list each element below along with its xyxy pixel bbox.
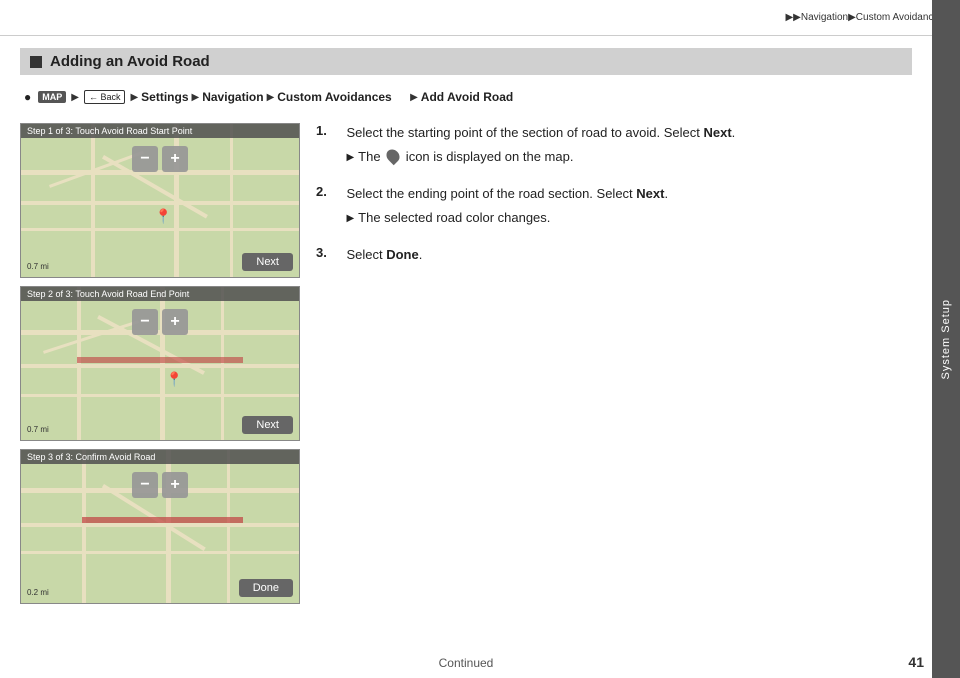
map-next-btn-1[interactable]: Next: [242, 253, 293, 271]
step-2-block: 2. Select the ending point of the road s…: [316, 184, 912, 227]
right-column: 1. Select the starting point of the sect…: [316, 123, 912, 612]
step-3-bold: Done: [386, 247, 419, 262]
right-sidebar: System Setup: [932, 0, 960, 678]
step-2-sub-text: The selected road color changes.: [358, 208, 550, 228]
street-v-9: [227, 450, 230, 603]
home-icon: ●: [24, 90, 31, 104]
step-1-text: Select the starting point of the section…: [346, 125, 735, 140]
zoom-out-btn-1[interactable]: −: [132, 146, 158, 172]
step-1-sub: ▶ The icon is displayed on the map.: [346, 147, 735, 167]
section-title: Adding an Avoid Road: [50, 53, 210, 70]
map-next-btn-2[interactable]: Next: [242, 416, 293, 434]
breadcrumb: ▶▶Navigation▶Custom Avoidances: [785, 12, 944, 23]
arrow-icon-3: ▶: [192, 92, 200, 103]
zoom-out-btn-3[interactable]: −: [132, 472, 158, 498]
step-2-sub-arrow: ▶: [346, 211, 354, 226]
map-pin-2: 📍: [166, 371, 183, 388]
street-v-4: [77, 287, 81, 440]
zoom-controls-1[interactable]: − +: [132, 146, 188, 172]
map-pin-1: 📍: [154, 208, 171, 225]
arrow-icon-4: ▶: [267, 92, 275, 103]
zoom-out-btn-2[interactable]: −: [132, 309, 158, 335]
step-1-bold: Next: [703, 125, 731, 140]
section-header: Adding an Avoid Road: [20, 48, 912, 75]
nav-path: ● MAP ▶ ← Back ▶ Settings ▶ Navigation ▶…: [20, 83, 912, 111]
map-label-1: Step 1 of 3: Touch Avoid Road Start Poin…: [21, 124, 299, 138]
two-col-layout: Step 1 of 3: Touch Avoid Road Start Poin…: [20, 123, 912, 612]
nav-custom-avoidances: Custom Avoidances: [277, 90, 391, 104]
map-icon: MAP: [38, 91, 66, 103]
step-3-block: 3. Select Done.: [316, 245, 912, 265]
nav-settings: Settings: [141, 90, 188, 104]
left-column: Step 1 of 3: Touch Avoid Road Start Poin…: [20, 123, 300, 612]
zoom-in-btn-1[interactable]: +: [162, 146, 188, 172]
section-square-icon: [30, 56, 42, 68]
map-label-3: Step 3 of 3: Confirm Avoid Road: [21, 450, 299, 464]
zoom-controls-2[interactable]: − +: [132, 309, 188, 335]
step-3-text: Select Done.: [346, 247, 422, 262]
nav-navigation: Navigation: [202, 90, 263, 104]
avoid-icon: [384, 147, 402, 165]
street-h-2: [21, 201, 299, 205]
map-scale-2: 0.7 mi: [27, 425, 49, 434]
arrow-icon: ▶: [71, 92, 79, 103]
top-bar: ▶▶Navigation▶Custom Avoidances: [0, 0, 960, 36]
step-2-sub: ▶ The selected road color changes.: [346, 208, 668, 228]
step-2-number: 2.: [316, 184, 330, 199]
sidebar-label: System Setup: [940, 299, 952, 379]
step-1-sub-text: The icon is displayed on the map.: [358, 147, 573, 167]
map-box-2: Step 2 of 3: Touch Avoid Road End Point …: [20, 286, 300, 441]
map-done-btn[interactable]: Done: [239, 579, 293, 597]
arrow-icon-2: ▶: [130, 92, 138, 103]
map-scale-3: 0.2 mi: [27, 588, 49, 597]
continued-text: Continued: [439, 656, 494, 670]
step-2-row: 2. Select the ending point of the road s…: [316, 184, 912, 227]
zoom-in-btn-3[interactable]: +: [162, 472, 188, 498]
back-icon: ← Back: [84, 90, 126, 104]
main-content: Adding an Avoid Road ● MAP ▶ ← Back ▶ Se…: [0, 36, 932, 678]
step-1-row: 1. Select the starting point of the sect…: [316, 123, 912, 166]
step-3-row: 3. Select Done.: [316, 245, 912, 265]
map-label-2: Step 2 of 3: Touch Avoid Road End Point: [21, 287, 299, 301]
step-1-sub-arrow: ▶: [346, 150, 354, 165]
step-1-number: 1.: [316, 123, 330, 138]
zoom-controls-3[interactable]: − +: [132, 472, 188, 498]
step-2-bold: Next: [636, 186, 664, 201]
street-diag-4: [43, 320, 139, 354]
street-h-9: [21, 551, 299, 554]
step-2-text: Select the ending point of the road sect…: [346, 186, 668, 201]
street-v-1: [91, 124, 95, 277]
page-number: 41: [908, 654, 924, 670]
zoom-in-btn-2[interactable]: +: [162, 309, 188, 335]
nav-add-avoid-road: Add Avoid Road: [421, 90, 513, 104]
map-box-3: Step 3 of 3: Confirm Avoid Road − + 0.2 …: [20, 449, 300, 604]
street-v-7: [82, 450, 86, 603]
step-3-number: 3.: [316, 245, 330, 260]
avoid-road-confirmed: [82, 517, 243, 523]
map-scale-1: 0.7 mi: [27, 262, 49, 271]
arrow-icon-5: ▶: [410, 92, 418, 103]
bottom-bar: Continued: [0, 656, 932, 670]
step-1-content: Select the starting point of the section…: [330, 123, 735, 166]
step-3-content: Select Done.: [330, 245, 422, 265]
avoid-road-highlight: [77, 357, 244, 363]
step-2-content: Select the ending point of the road sect…: [330, 184, 668, 227]
step-1-block: 1. Select the starting point of the sect…: [316, 123, 912, 166]
street-v-3: [230, 124, 233, 277]
map-box-1: Step 1 of 3: Touch Avoid Road Start Poin…: [20, 123, 300, 278]
street-h-3: [21, 228, 299, 231]
street-v-6: [221, 287, 224, 440]
